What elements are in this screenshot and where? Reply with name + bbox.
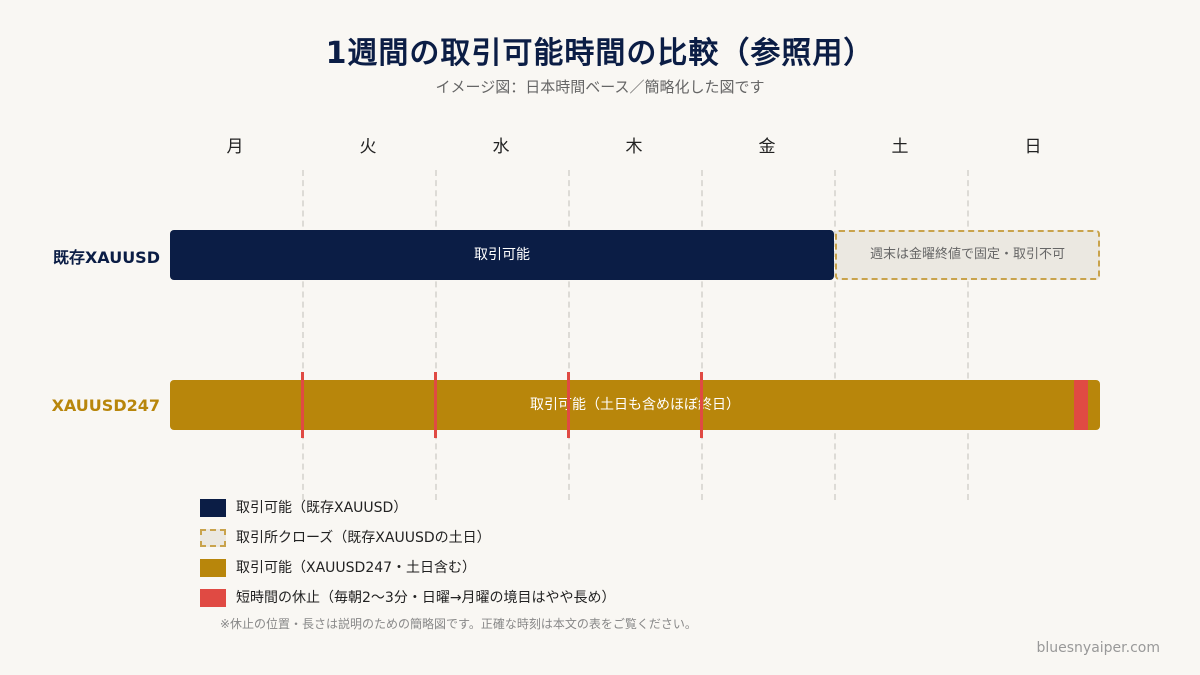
xauusd-weekend-closed-label: 週末は金曜終値で固定・取引不可 bbox=[869, 247, 1065, 262]
legend-text: 取引所クローズ（既存XAUUSDの土日） bbox=[236, 530, 491, 546]
daily-pause-marker bbox=[567, 372, 570, 438]
page-title: 1週間の取引可能時間の比較（参照用） bbox=[325, 36, 875, 71]
xauusd-weekend-closed-bar: 週末は金曜終値で固定・取引不可 bbox=[835, 230, 1100, 280]
legend-swatch-closed bbox=[200, 529, 226, 547]
xauusd247-trading-bar: 取引可能（土日も含めほぼ終日） bbox=[170, 380, 1100, 430]
weekend-pause-marker bbox=[1074, 380, 1088, 430]
row-label-xauusd247: XAUUSD247 bbox=[51, 396, 160, 415]
day-label-tue: 火 bbox=[359, 137, 377, 157]
legend-text: 取引可能（既存XAUUSD） bbox=[236, 500, 408, 516]
xauusd-trading-bar: 取引可能 bbox=[170, 230, 834, 280]
day-gridline bbox=[701, 170, 703, 500]
legend-text: 短時間の休止（毎朝2〜3分・日曜→月曜の境目はやや長め） bbox=[236, 590, 616, 606]
day-gridline bbox=[834, 170, 836, 500]
day-gridline bbox=[568, 170, 570, 500]
day-label-thu: 木 bbox=[625, 137, 643, 157]
row-label-xauusd: 既存XAUUSD bbox=[52, 248, 160, 267]
day-label-fri: 金 bbox=[758, 137, 776, 157]
day-label-wed: 水 bbox=[492, 137, 510, 157]
site-watermark: bluesnyaiper.com bbox=[1036, 640, 1160, 656]
day-gridline bbox=[967, 170, 969, 500]
legend-footnote: ※休止の位置・長さは説明のための簡略図です。正確な時刻は本文の表をご覧ください。 bbox=[220, 617, 697, 631]
daily-pause-marker bbox=[700, 372, 703, 438]
xauusd-trading-bar-label: 取引可能 bbox=[474, 247, 530, 263]
day-gridline bbox=[435, 170, 437, 500]
day-label-sun: 日 bbox=[1024, 137, 1042, 157]
xauusd247-trading-bar-label: 取引可能（土日も含めほぼ終日） bbox=[530, 397, 740, 413]
legend-swatch-navy bbox=[200, 499, 226, 517]
daily-pause-marker bbox=[434, 372, 437, 438]
legend-text: 取引可能（XAUUSD247・土日含む） bbox=[236, 560, 477, 576]
legend-swatch-gold bbox=[200, 559, 226, 577]
day-gridline bbox=[302, 170, 304, 500]
daily-pause-marker bbox=[301, 372, 304, 438]
day-label-mon: 月 bbox=[226, 137, 244, 157]
legend-swatch-red bbox=[200, 589, 226, 607]
day-label-sat: 土 bbox=[891, 137, 909, 157]
page-subtitle: イメージ図：日本時間ベース／簡略化した図です bbox=[435, 78, 765, 96]
